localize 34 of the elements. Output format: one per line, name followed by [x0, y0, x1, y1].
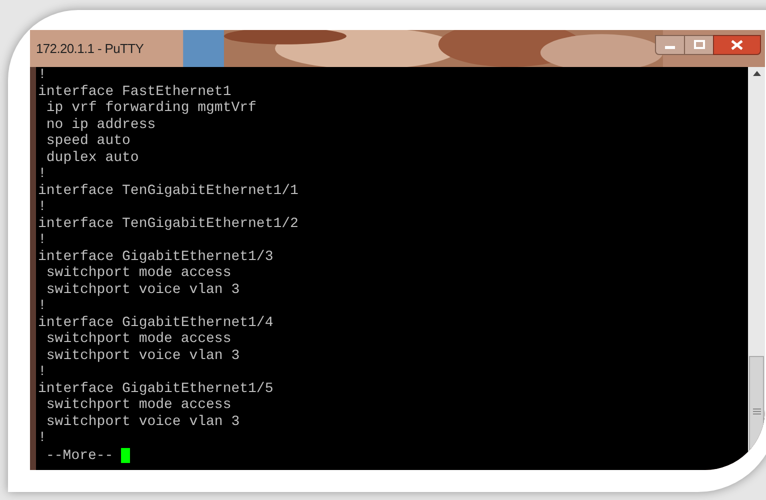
maximize-icon — [694, 40, 704, 49]
minimize-icon — [665, 46, 675, 48]
window-title: 172.20.1.1 - PuTTY — [36, 40, 144, 58]
terminal-line: switchport voice vlan 3 — [45, 282, 241, 298]
terminal-line: interface TenGigabitEthernet1/1 — [38, 182, 300, 199]
terminal-line: ! — [38, 430, 48, 446]
terminal-line: no ip address — [45, 116, 157, 133]
cursor — [121, 448, 130, 463]
maximize-button[interactable] — [685, 34, 713, 54]
terminal-line: interface GigabitEthernet1/4 — [38, 314, 274, 331]
terminal-line: switchport voice vlan 3 — [45, 348, 241, 364]
terminal-line: ! — [38, 232, 48, 248]
terminal-line: switchport voice vlan 3 — [45, 414, 241, 430]
terminal-line: interface FastEthernet1 — [38, 84, 232, 100]
more-prompt: --More-- — [46, 446, 114, 464]
terminal-line: ! — [38, 364, 48, 380]
scroll-up-icon — [752, 71, 760, 76]
grip-icon — [752, 408, 760, 414]
close-button[interactable] — [713, 34, 761, 54]
terminal-line: interface GigabitEthernet1/3 — [38, 248, 274, 265]
close-icon — [731, 40, 743, 50]
terminal-line: interface GigabitEthernet1/5 — [38, 380, 274, 397]
minimize-button[interactable] — [655, 34, 685, 54]
terminal-line: duplex auto — [45, 150, 140, 166]
terminal-line: speed auto — [45, 133, 132, 150]
terminal-line: ! — [38, 298, 48, 314]
terminal-line: ! — [38, 199, 48, 216]
terminal-line: ! — [38, 67, 48, 84]
terminal-line: switchport mode access — [45, 331, 232, 348]
terminal-line: switchport mode access — [45, 397, 232, 414]
terminal-line: ! — [38, 166, 48, 182]
terminal-line: switchport mode access — [45, 265, 232, 282]
terminal-line: interface TenGigabitEthernet1/2 — [38, 216, 300, 232]
terminal-line: ip vrf forwarding mgmtVrf — [45, 100, 258, 116]
